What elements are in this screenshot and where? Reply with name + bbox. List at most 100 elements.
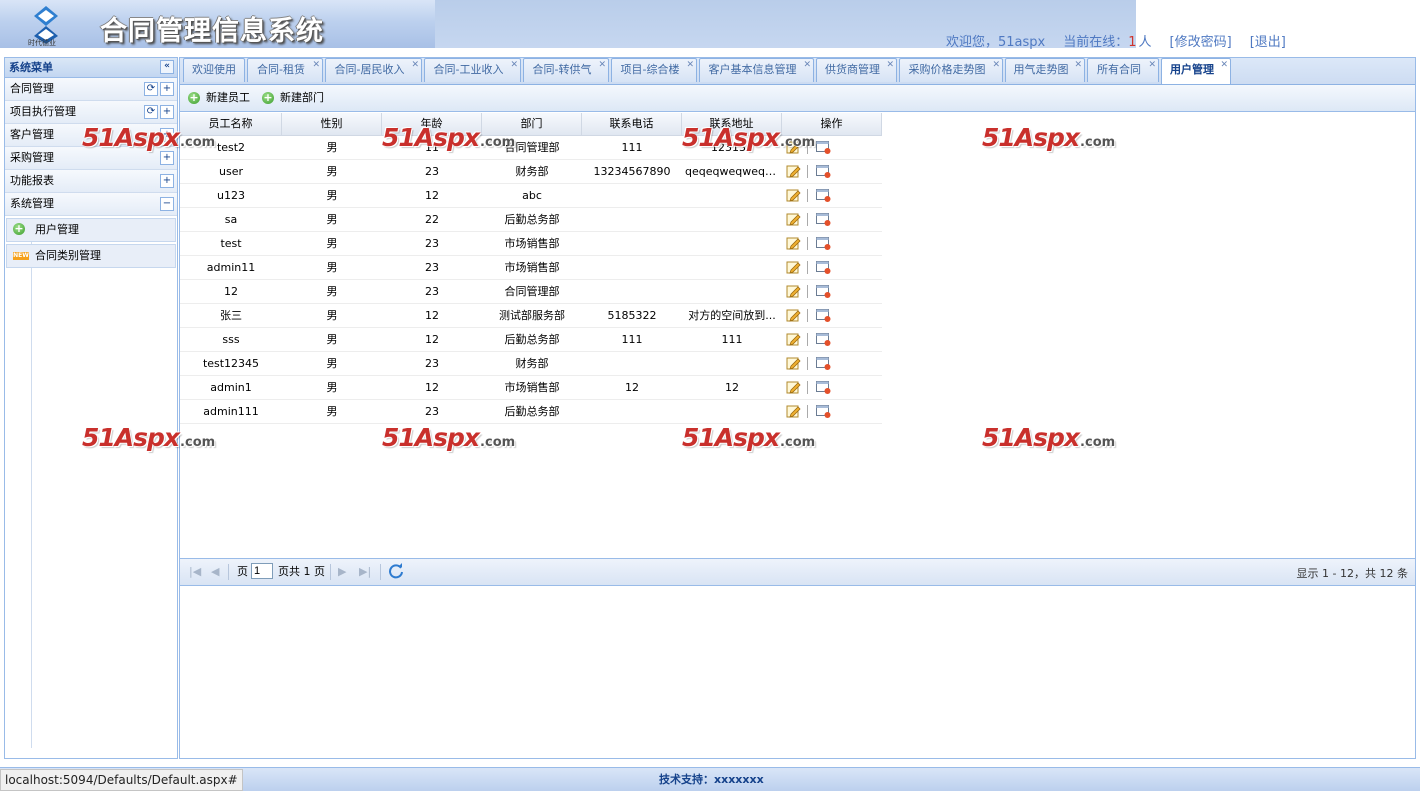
tab-item[interactable]: 用户管理 ✕	[1161, 58, 1231, 84]
close-tab-icon[interactable]: ✕	[1148, 59, 1156, 71]
edit-icon[interactable]	[786, 188, 801, 202]
delete-icon[interactable]	[816, 140, 831, 154]
expand-icon[interactable]: +	[160, 174, 174, 188]
column-header[interactable]: 联系电话	[582, 113, 682, 135]
column-header[interactable]: 联系地址	[682, 113, 782, 135]
edit-icon[interactable]	[786, 212, 801, 226]
edit-icon[interactable]	[786, 380, 801, 394]
column-header[interactable]: 年龄	[382, 113, 482, 135]
expand-icon[interactable]: +	[160, 151, 174, 165]
table-row[interactable]: admin1 男 12 市场销售部 12 12	[180, 376, 882, 400]
delete-icon[interactable]	[816, 236, 831, 250]
tab-item[interactable]: 所有合同 ✕	[1087, 58, 1159, 82]
tab-label: 欢迎使用	[192, 63, 236, 76]
delete-icon[interactable]	[816, 212, 831, 226]
change-password-link[interactable]: [修改密码]	[1170, 35, 1232, 50]
delete-icon[interactable]	[816, 260, 831, 274]
close-tab-icon[interactable]: ✕	[510, 59, 518, 71]
sidebar-item-contract-category[interactable]: NEW 合同类别管理	[6, 244, 176, 268]
delete-icon[interactable]	[816, 356, 831, 370]
sidebar-item[interactable]: 功能报表 +	[5, 170, 177, 193]
sidebar-item[interactable]: 客户管理 +	[5, 124, 177, 147]
table-row[interactable]: sa 男 22 后勤总务部	[180, 208, 882, 232]
close-tab-icon[interactable]: ✕	[1220, 59, 1228, 71]
table-cell	[582, 232, 682, 255]
column-header[interactable]: 员工名称	[180, 113, 282, 135]
refresh-icon[interactable]: ⟳	[144, 82, 158, 96]
expand-icon[interactable]: +	[160, 82, 174, 96]
table-row[interactable]: test12345 男 23 财务部	[180, 352, 882, 376]
table-row[interactable]: test2 男 11 合同管理部 111 123132	[180, 136, 882, 160]
tab-item[interactable]: 欢迎使用	[183, 58, 245, 82]
page-number-input[interactable]	[251, 563, 273, 579]
new-employee-button[interactable]: + 新建员工	[188, 90, 250, 106]
last-page-icon[interactable]: ▶|	[359, 565, 371, 579]
first-page-icon[interactable]: |◀	[189, 565, 201, 579]
edit-icon[interactable]	[786, 404, 801, 418]
delete-icon[interactable]	[816, 404, 831, 418]
close-tab-icon[interactable]: ✕	[312, 59, 320, 71]
prev-page-icon[interactable]: ◀	[211, 565, 219, 579]
close-tab-icon[interactable]: ✕	[686, 59, 694, 71]
edit-icon[interactable]	[786, 140, 801, 154]
edit-icon[interactable]	[786, 356, 801, 370]
table-row[interactable]: u123 男 12 abc	[180, 184, 882, 208]
sidebar-item[interactable]: 合同管理 + ⟳	[5, 78, 177, 101]
column-header[interactable]: 性别	[282, 113, 382, 135]
edit-icon[interactable]	[786, 236, 801, 250]
sub-item-label: 用户管理	[35, 223, 79, 236]
refresh-icon[interactable]: ⟳	[144, 105, 158, 119]
tab-item[interactable]: 客户基本信息管理 ✕	[699, 58, 814, 82]
table-row[interactable]: user 男 23 财务部 13234567890 qeqeqweqweqwe	[180, 160, 882, 184]
logout-link[interactable]: [退出]	[1250, 35, 1286, 50]
tab-item[interactable]: 合同-居民收入 ✕	[325, 58, 422, 82]
tab-label: 项目-综合楼	[620, 63, 680, 76]
table-row[interactable]: test 男 23 市场销售部	[180, 232, 882, 256]
delete-icon[interactable]	[816, 332, 831, 346]
table-row[interactable]: admin111 男 23 后勤总务部	[180, 400, 882, 424]
action-separator	[807, 357, 808, 370]
table-row[interactable]: sss 男 12 后勤总务部 111 111	[180, 328, 882, 352]
edit-icon[interactable]	[786, 284, 801, 298]
delete-icon[interactable]	[816, 164, 831, 178]
refresh-icon[interactable]	[388, 563, 404, 579]
table-row[interactable]: admin11 男 23 市场销售部	[180, 256, 882, 280]
column-header[interactable]: 部门	[482, 113, 582, 135]
expand-icon[interactable]: +	[160, 105, 174, 119]
next-page-icon[interactable]: ▶	[338, 565, 346, 579]
tab-item[interactable]: 采购价格走势图 ✕	[899, 58, 1003, 82]
delete-icon[interactable]	[816, 308, 831, 322]
delete-icon[interactable]	[816, 188, 831, 202]
table-row[interactable]: 12 男 23 合同管理部	[180, 280, 882, 304]
sidebar-item[interactable]: 采购管理 +	[5, 147, 177, 170]
sidebar-item[interactable]: 项目执行管理 + ⟳	[5, 101, 177, 124]
edit-icon[interactable]	[786, 164, 801, 178]
tab-item[interactable]: 合同-转供气 ✕	[523, 58, 609, 82]
tab-item[interactable]: 项目-综合楼 ✕	[611, 58, 697, 82]
edit-icon[interactable]	[786, 332, 801, 346]
sidebar-item[interactable]: 系统管理 −	[5, 193, 177, 216]
close-tab-icon[interactable]: ✕	[803, 59, 811, 71]
close-tab-icon[interactable]: ✕	[886, 59, 894, 71]
close-tab-icon[interactable]: ✕	[411, 59, 419, 71]
tab-item[interactable]: 用气走势图 ✕	[1005, 58, 1085, 82]
close-tab-icon[interactable]: ✕	[598, 59, 606, 71]
table-cell	[582, 352, 682, 375]
tab-item[interactable]: 合同-租赁 ✕	[247, 58, 323, 82]
tab-label: 合同-租赁	[257, 63, 305, 76]
close-tab-icon[interactable]: ✕	[1074, 59, 1082, 71]
collapse-icon[interactable]: −	[160, 197, 174, 211]
tab-item[interactable]: 合同-工业收入 ✕	[424, 58, 521, 82]
edit-icon[interactable]	[786, 260, 801, 274]
tab-item[interactable]: 供货商管理 ✕	[816, 58, 897, 82]
column-header[interactable]: 操作	[782, 113, 882, 135]
delete-icon[interactable]	[816, 380, 831, 394]
new-department-button[interactable]: + 新建部门	[262, 90, 324, 106]
delete-icon[interactable]	[816, 284, 831, 298]
edit-icon[interactable]	[786, 308, 801, 322]
sidebar-item-user-management[interactable]: + 用户管理	[6, 218, 176, 242]
collapse-sidebar-icon[interactable]: «	[160, 60, 174, 74]
table-row[interactable]: 张三 男 12 测试部服务部 5185322 对方的空间放到...	[180, 304, 882, 328]
expand-icon[interactable]: +	[160, 128, 174, 142]
close-tab-icon[interactable]: ✕	[992, 59, 1000, 71]
